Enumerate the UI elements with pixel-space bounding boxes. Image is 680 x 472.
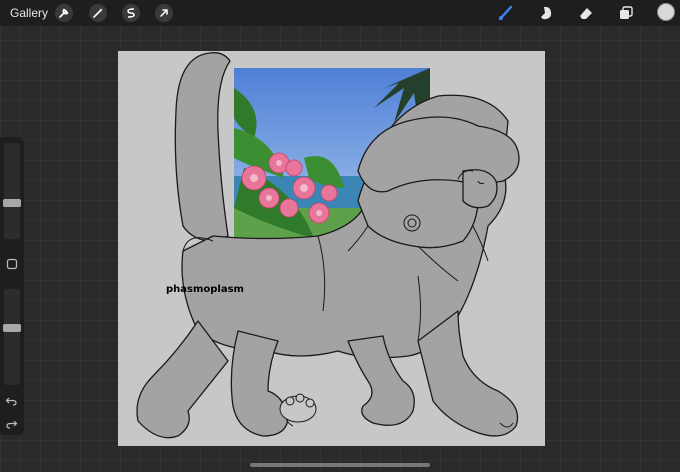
selection-icon[interactable]	[122, 4, 140, 22]
smudge-icon[interactable]	[536, 4, 556, 22]
modify-square-icon[interactable]	[6, 257, 18, 275]
wrench-icon[interactable]	[55, 4, 73, 22]
undo-icon[interactable]	[5, 394, 18, 412]
top-toolbar: Gallery	[0, 0, 680, 26]
brush-icon[interactable]	[496, 4, 516, 22]
brush-size-slider-thumb[interactable]	[3, 199, 21, 207]
left-sidebar	[0, 137, 24, 435]
eraser-icon[interactable]	[576, 4, 596, 22]
opacity-slider[interactable]	[3, 289, 21, 385]
home-indicator[interactable]	[250, 463, 430, 467]
gallery-button[interactable]: Gallery	[10, 6, 48, 20]
transform-arrow-icon[interactable]	[155, 4, 173, 22]
artist-watermark: phasmoplasm	[166, 284, 244, 295]
redo-icon[interactable]	[5, 417, 18, 435]
opacity-slider-thumb[interactable]	[3, 324, 21, 332]
magic-wand-icon[interactable]	[89, 4, 107, 22]
drawing-canvas[interactable]: phasmoplasm	[118, 51, 545, 446]
brush-size-slider[interactable]	[3, 143, 21, 239]
color-swatch-icon[interactable]	[656, 3, 676, 21]
creature-lineart	[136, 52, 520, 439]
layers-icon[interactable]	[616, 4, 636, 22]
